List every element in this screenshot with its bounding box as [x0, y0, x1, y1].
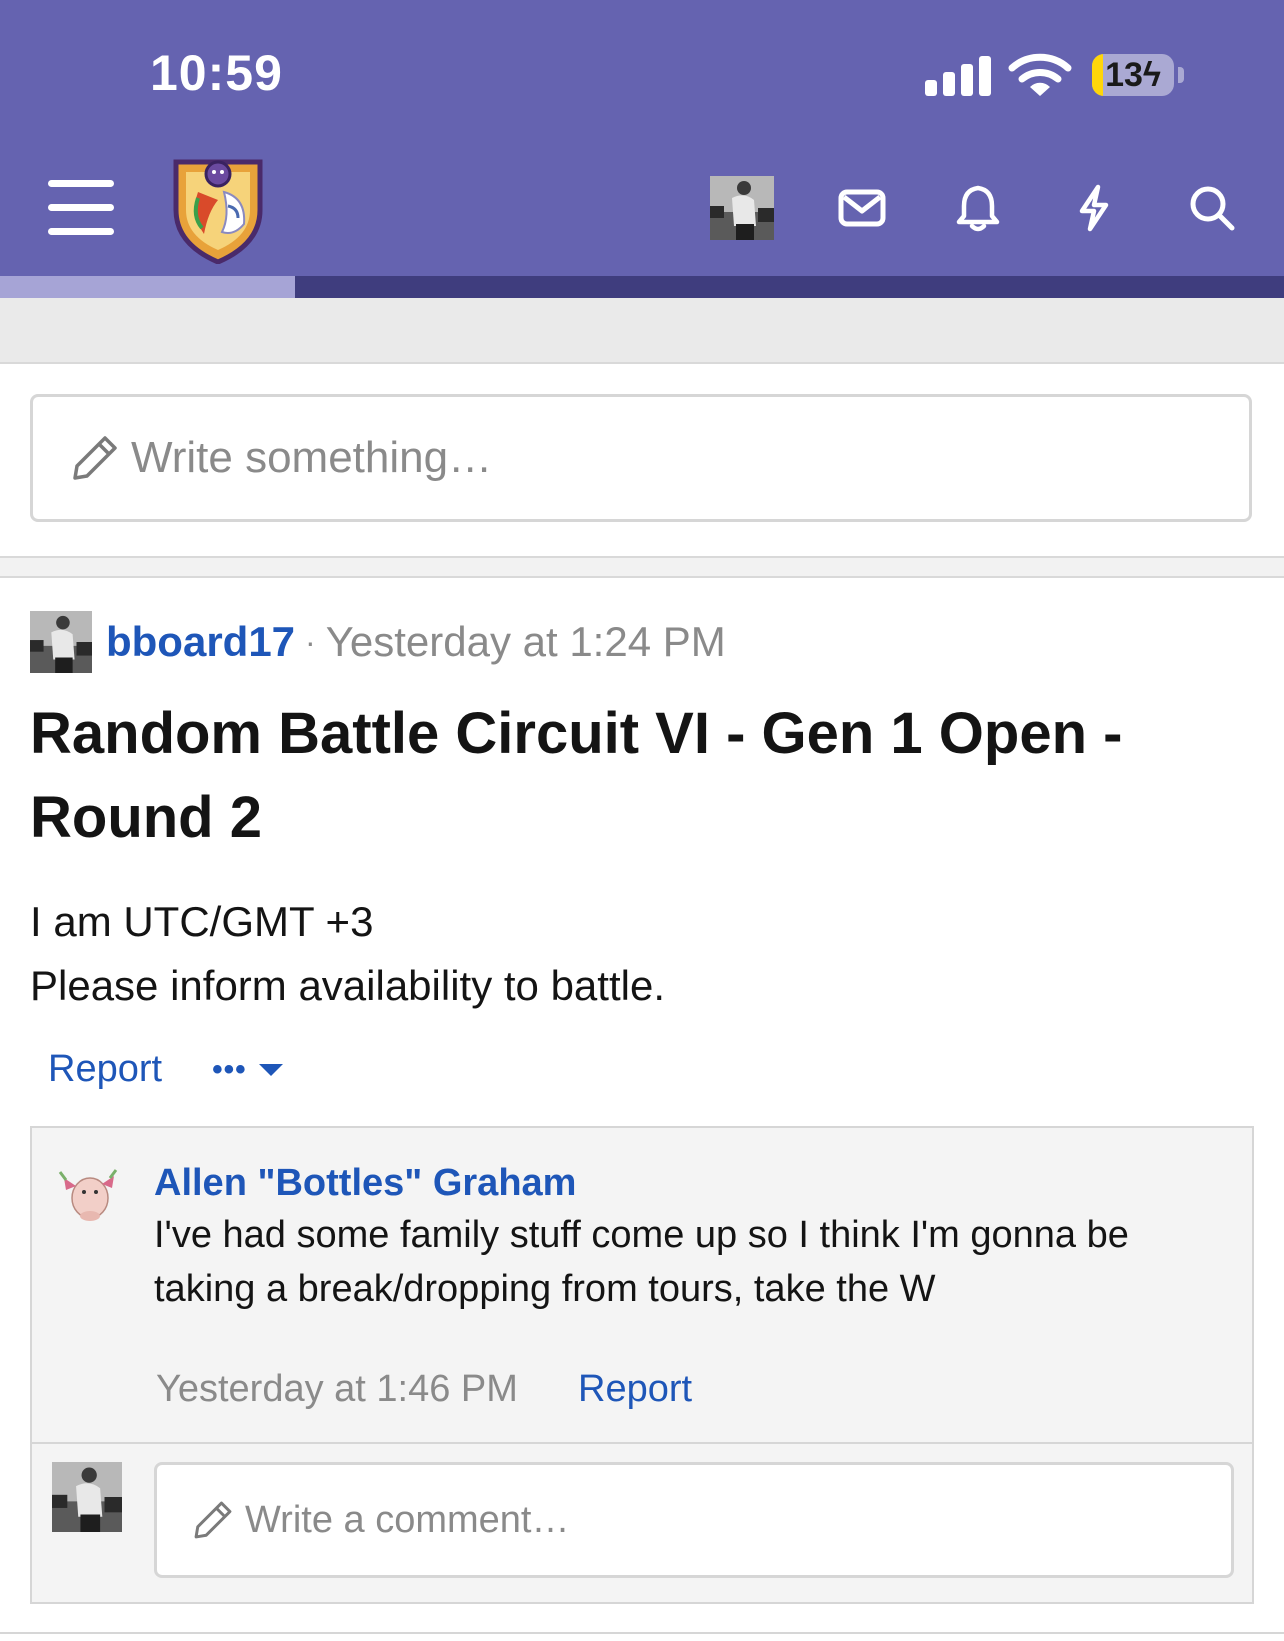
menu-icon	[48, 180, 114, 235]
charging-bolt-icon: ϟ	[1142, 56, 1161, 94]
bolt-icon	[1079, 184, 1109, 232]
comment-author-link[interactable]: Allen "Bottles" Graham	[154, 1162, 576, 1205]
inbox-button[interactable]	[834, 180, 890, 236]
post-body-line: I am UTC/GMT +3	[30, 898, 374, 945]
chevron-down-icon	[258, 1063, 283, 1076]
search-icon	[1190, 186, 1235, 231]
mail-icon	[838, 189, 886, 227]
more-options-button[interactable]: •••	[212, 1053, 283, 1087]
avatar[interactable]	[30, 611, 92, 673]
post-actions: Report •••	[48, 1048, 283, 1091]
app-header: 10:59 13ϟ	[0, 0, 1284, 298]
signal-icon	[925, 56, 991, 96]
avatar	[52, 1462, 122, 1532]
user-avatar-button[interactable]	[710, 176, 774, 240]
post-body-line: Please inform availability to battle.	[30, 962, 665, 1009]
post-meta: bboard17 · Yesterday at 1:24 PM	[30, 610, 726, 674]
comment-report-link[interactable]: Report	[578, 1368, 692, 1411]
comment-timestamp[interactable]: Yesterday at 1:46 PM	[156, 1368, 518, 1411]
report-link[interactable]: Report	[48, 1048, 162, 1091]
search-button[interactable]	[1184, 180, 1240, 236]
header-strip	[0, 276, 1284, 298]
avatar[interactable]	[54, 1158, 122, 1226]
page-load-progress	[0, 276, 296, 298]
avatar	[710, 176, 774, 240]
post-body: I am UTC/GMT +3 Please inform availabili…	[30, 890, 1240, 1018]
section-separator	[0, 556, 1284, 578]
page-gap	[0, 298, 1284, 364]
comment-placeholder: Write a comment…	[245, 1498, 570, 1541]
battery-nub	[1178, 67, 1184, 83]
bell-icon	[956, 185, 1000, 232]
post-timestamp[interactable]: Yesterday at 1:24 PM	[326, 618, 726, 666]
post-title[interactable]: Random Battle Circuit VI - Gen 1 Open - …	[30, 692, 1240, 860]
comment-input[interactable]: Write a comment…	[154, 1462, 1234, 1578]
alerts-button[interactable]	[950, 180, 1006, 236]
status-composer[interactable]: Write something…	[30, 394, 1252, 522]
comment: Allen "Bottles" Graham I've had some fam…	[32, 1128, 1252, 1444]
composer-placeholder: Write something…	[131, 433, 493, 482]
battery-charging-icon: 13ϟ	[1092, 54, 1174, 96]
comments-section: Allen "Bottles" Graham I've had some fam…	[30, 1126, 1254, 1604]
pencil-icon	[194, 1501, 232, 1539]
wifi-icon	[1008, 53, 1072, 96]
more-dots-icon: •••	[212, 1052, 247, 1086]
comment-text: I've had some family stuff come up so I …	[154, 1214, 1129, 1310]
site-logo[interactable]	[168, 152, 268, 264]
menu-button[interactable]	[48, 178, 114, 238]
status-time: 10:59	[150, 45, 283, 101]
pencil-icon	[73, 436, 117, 480]
whats-new-button[interactable]	[1066, 180, 1122, 236]
divider	[0, 1632, 1284, 1634]
meta-separator: ·	[305, 623, 316, 660]
post-author-link[interactable]: bboard17	[106, 618, 295, 666]
battery-percent: 13	[1105, 56, 1143, 94]
